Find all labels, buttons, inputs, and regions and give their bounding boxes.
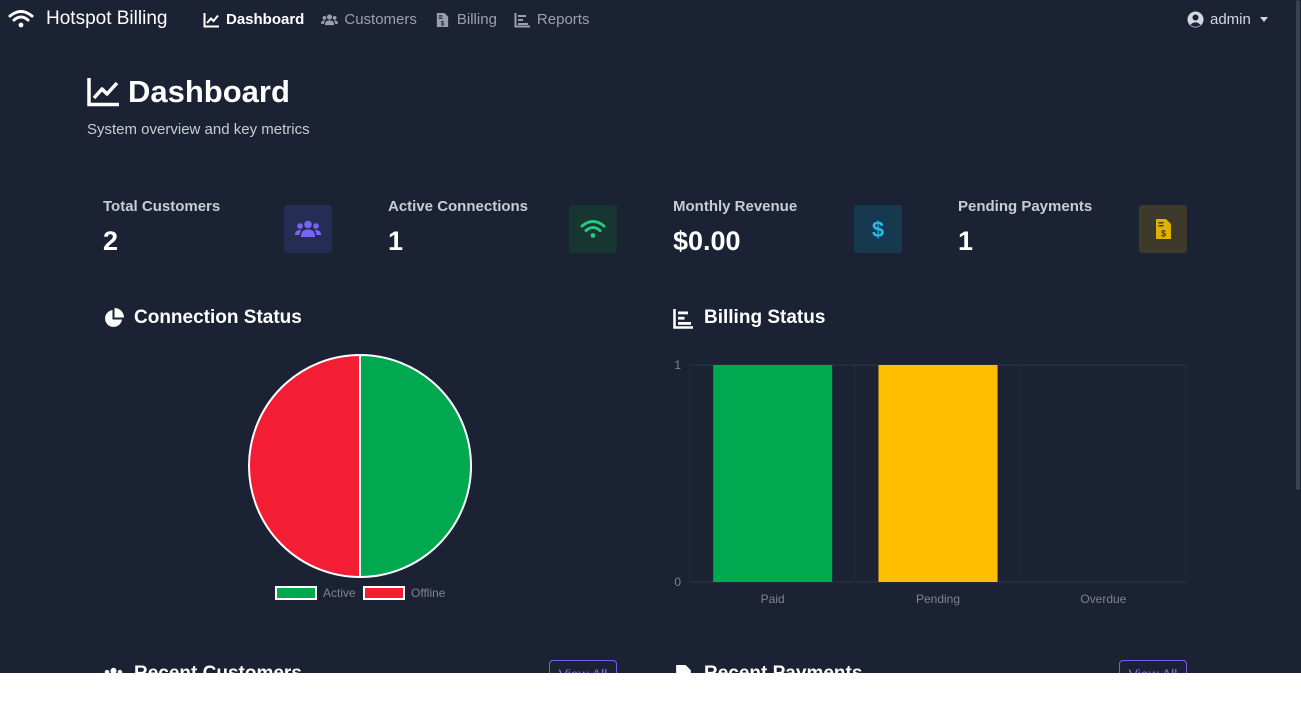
x-tick-label: Pending — [916, 592, 960, 606]
chevron-down-icon — [1259, 17, 1268, 22]
legend-swatch — [275, 586, 317, 600]
stat-value: 1 — [388, 226, 404, 256]
nav-menu: Dashboard Customers $ Billing Reports — [203, 11, 589, 28]
nav-item-reports[interactable]: Reports — [514, 11, 590, 28]
x-tick-label: Paid — [761, 592, 785, 606]
page-subtitle: System overview and key metrics — [87, 121, 310, 138]
page-title: Dashboard — [87, 74, 290, 110]
nav-item-label: Dashboard — [226, 11, 305, 28]
stat-value: $0.00 — [673, 226, 741, 256]
wifi-icon — [8, 10, 34, 28]
legend-label: Active — [323, 586, 356, 600]
users-icon — [321, 13, 339, 25]
connection-status-title: Connection Status — [103, 307, 302, 329]
stat-value: 1 — [958, 226, 974, 256]
connection-status-chart — [248, 353, 472, 579]
stat-label: Total Customers — [103, 198, 221, 215]
svg-text:$: $ — [441, 20, 445, 27]
nav-item-label: Billing — [456, 11, 497, 28]
app-root: Hotspot Billing Dashboard Customers $ Bi… — [0, 0, 1301, 673]
svg-text:$: $ — [872, 217, 884, 242]
y-tick-label: 0 — [674, 575, 681, 589]
legend-swatch — [363, 586, 405, 600]
stat-label: Active Connections — [388, 198, 529, 215]
scrollbar-thumb[interactable] — [1296, 0, 1300, 490]
recent-customers-title: Recent Customers — [103, 663, 302, 673]
pie-slice-active[interactable] — [359, 353, 472, 579]
brand-name: Hotspot Billing — [46, 8, 168, 29]
chart-bar-icon — [514, 12, 530, 27]
nav-item-label: Customers — [344, 11, 417, 28]
x-tick-label: Overdue — [1080, 592, 1126, 606]
stat-value: 2 — [103, 226, 119, 256]
username: admin — [1210, 11, 1251, 28]
chart-line-icon — [87, 78, 119, 107]
navbar: Hotspot Billing Dashboard Customers $ Bi… — [0, 0, 1294, 42]
invoice-icon: $ — [436, 12, 449, 27]
users-icon — [295, 220, 321, 237]
stat-label: Monthly Revenue — [673, 198, 798, 215]
section-title-text: Recent Customers — [134, 663, 302, 673]
brand[interactable]: Hotspot Billing — [8, 8, 167, 30]
chart-pie-icon — [105, 307, 124, 327]
pie-legend-offline: Offline — [363, 586, 445, 600]
wifi-icon — [580, 220, 606, 238]
stat-label: Pending Payments — [958, 198, 1093, 215]
page-title-text: Dashboard — [128, 74, 290, 109]
invoice-icon: $ — [1156, 219, 1171, 239]
view-all-payments-button[interactable]: View All — [1119, 660, 1187, 673]
stat-total-customers: Total Customers 2 — [103, 198, 333, 260]
y-tick-label: 1 — [674, 358, 681, 372]
section-title-text: Recent Payments — [704, 663, 862, 673]
pie-slice-offline[interactable] — [248, 353, 361, 579]
scrollbar[interactable] — [1295, 0, 1301, 673]
chart-line-icon — [203, 12, 219, 27]
nav-item-billing[interactable]: $ Billing — [434, 11, 497, 28]
bar-pending[interactable] — [878, 365, 998, 582]
view-all-customers-button[interactable]: View All — [549, 660, 617, 673]
stat-active-connections: Active Connections 1 — [388, 198, 618, 260]
chart-bar-icon — [673, 308, 693, 329]
section-title-text: Connection Status — [134, 307, 302, 328]
stat-icon-box: $ — [854, 205, 902, 253]
nav-item-dashboard[interactable]: Dashboard — [203, 11, 304, 28]
stat-icon-box — [284, 205, 332, 253]
bar-paid[interactable] — [713, 365, 833, 582]
stat-icon-box: $ — [1139, 205, 1187, 253]
billing-status-title: Billing Status — [673, 307, 825, 329]
invoice-icon — [676, 664, 691, 673]
nav-item-label: Reports — [536, 11, 590, 28]
nav-item-customers[interactable]: Customers — [321, 11, 417, 28]
dollar-icon: $ — [872, 217, 884, 242]
user-circle-icon — [1187, 11, 1204, 28]
users-icon — [104, 667, 123, 673]
billing-status-chart: 0 1 Paid Pending Overdue — [674, 358, 1187, 606]
stat-monthly-revenue: Monthly Revenue $0.00 $ — [673, 198, 903, 260]
legend-label: Offline — [411, 586, 446, 600]
recent-payments-title: Recent Payments — [673, 663, 862, 673]
pie-legend-active: Active — [275, 586, 356, 600]
stat-pending-payments: Pending Payments 1 $ — [958, 198, 1188, 260]
svg-text:$: $ — [1161, 229, 1166, 239]
section-title-text: Billing Status — [704, 307, 826, 328]
stat-icon-box — [569, 205, 617, 253]
user-menu[interactable]: admin — [1187, 11, 1268, 28]
